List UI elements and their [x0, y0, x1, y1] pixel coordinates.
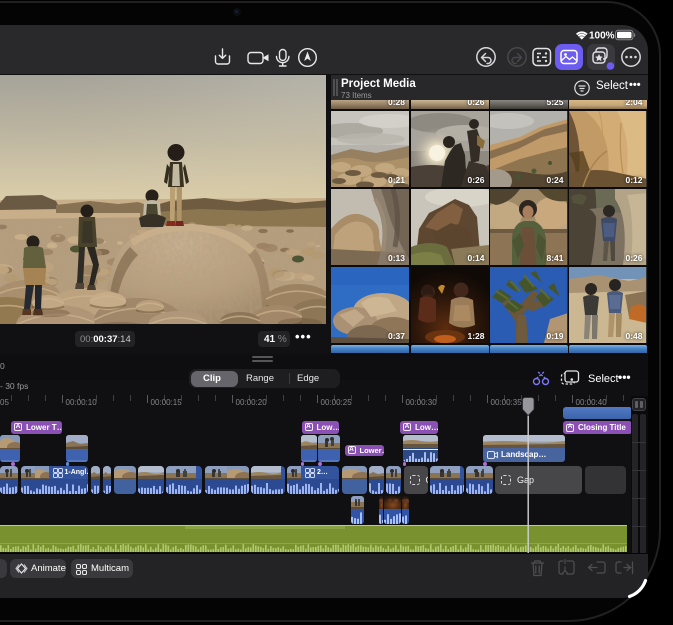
svg-text:00:00:30: 00:00:30	[406, 398, 438, 407]
svg-text:00:00:40: 00:00:40	[576, 398, 608, 407]
svg-text:05: 05	[0, 398, 9, 407]
svg-text:00:00:35: 00:00:35	[491, 398, 523, 407]
svg-text:00:00:20: 00:00:20	[236, 398, 268, 407]
svg-text:00:00:15: 00:00:15	[151, 398, 183, 407]
svg-text:00:00:10: 00:00:10	[66, 398, 98, 407]
svg-text:00:00:25: 00:00:25	[321, 398, 353, 407]
svg-text:100%: 100%	[589, 31, 615, 42]
